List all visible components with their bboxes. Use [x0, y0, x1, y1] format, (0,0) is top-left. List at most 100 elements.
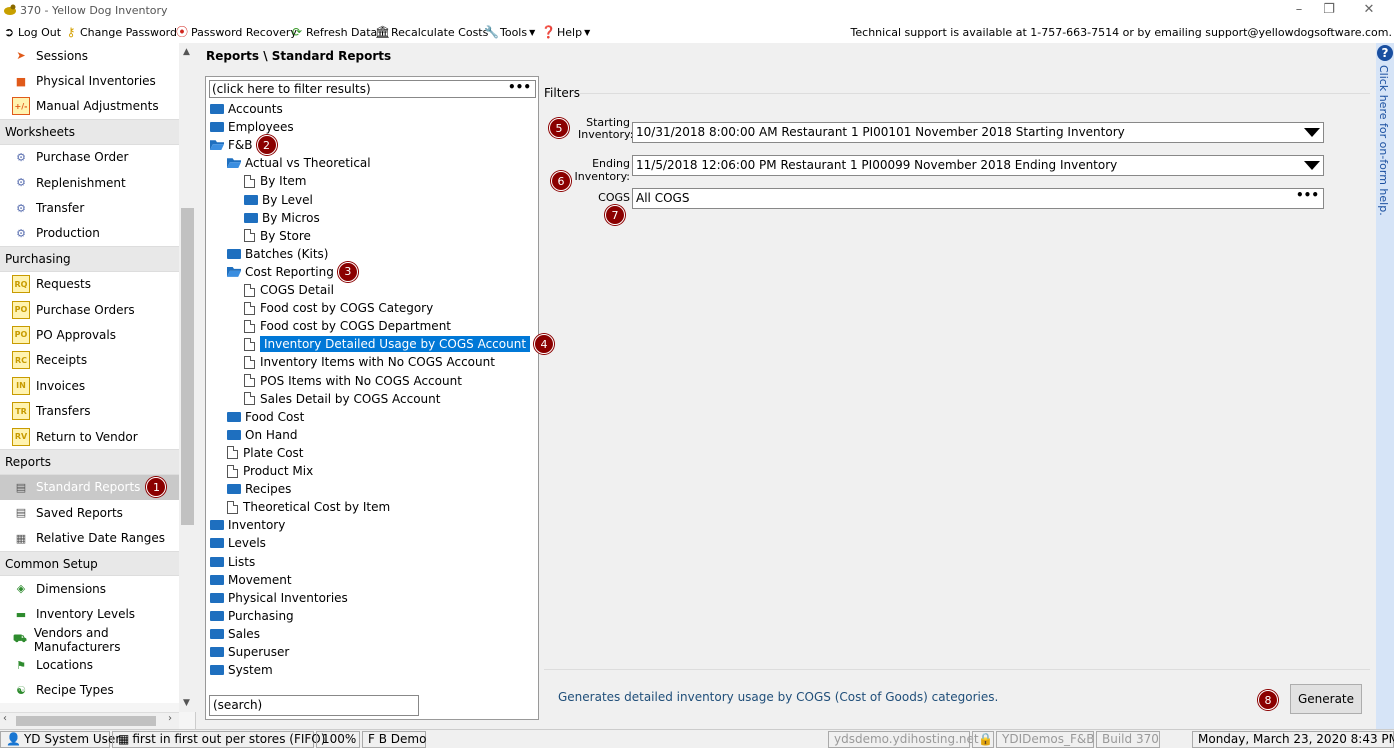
sidebar-item-relative-date-ranges[interactable]: ▦ Relative Date Ranges [0, 525, 179, 551]
cube-icon: ◈ [16, 582, 26, 596]
tree-item[interactable]: POS Items with No COGS Account [244, 372, 462, 390]
sidebar-item-label: Inventory Levels [36, 607, 136, 622]
sidebar-item-saved-reports[interactable]: ▤ Saved Reports [0, 500, 179, 526]
sidebar-item-dimensions[interactable]: ◈ Dimensions [0, 576, 179, 602]
tree-item[interactable]: System [210, 661, 273, 679]
sidebar-item-label: PO Approvals [36, 327, 116, 342]
sidebar-hscrollbar[interactable]: ‹ › [0, 712, 179, 729]
tree-item[interactable]: Food cost by COGS Category [244, 299, 433, 317]
maximize-button[interactable]: ❐ [1314, 2, 1344, 20]
tree-item[interactable]: Sales [210, 625, 260, 643]
sidebar-item-recipe-types[interactable]: ☯ Recipe Types [0, 677, 179, 704]
filter-options-icon[interactable]: ••• [508, 79, 531, 95]
tree-item-label: F&B [228, 138, 253, 153]
starting-inventory-select[interactable]: 10/31/2018 8:00:00 AM Restaurant 1 PI001… [632, 122, 1324, 143]
tree-item[interactable]: Inventory Detailed Usage by COGS Account… [244, 334, 555, 355]
sidebar-item-sessions[interactable]: ➤ Sessions [0, 43, 179, 69]
sidebar-scroll-thumb[interactable] [181, 208, 194, 525]
ending-inventory-select[interactable]: 11/5/2018 12:06:00 PM Restaurant 1 PI000… [632, 155, 1324, 176]
scroll-up-icon[interactable]: ▲ [183, 47, 190, 57]
annotation-badge: 2 [256, 135, 277, 156]
sidebar-item-production[interactable]: ⚙ Production [0, 220, 179, 247]
tree-item[interactable]: Actual vs Theoretical [227, 154, 371, 172]
tree-item-label: Lists [228, 554, 256, 569]
sidebar-item-manual-adjustments[interactable]: +/- Manual Adjustments [0, 93, 179, 120]
sidebar-item-physical-inventories[interactable]: ■ Physical Inventories [0, 68, 179, 94]
sidebar-item-purchase-order[interactable]: ⚙ Purchase Order [0, 144, 179, 170]
tree-item[interactable]: Theoretical Cost by Item [227, 498, 390, 516]
tree-item[interactable]: By Item [244, 172, 306, 190]
change-password-button[interactable]: ⚷ Change Password [64, 25, 177, 39]
tree-item[interactable]: Recipes [227, 480, 291, 498]
tree-item[interactable]: On Hand [227, 426, 297, 444]
report-tree-panel: (click here to filter results) ••• Accou… [205, 76, 555, 720]
dropdown-arrow-icon[interactable] [1304, 161, 1320, 170]
tree-item[interactable]: By Micros [244, 209, 320, 227]
tree-item-label: Product Mix [243, 464, 314, 478]
tree-item[interactable]: Levels [210, 534, 266, 552]
tree-item[interactable]: Physical Inventories [210, 589, 348, 607]
tree-item[interactable]: Employees [210, 118, 294, 136]
cogs-picker[interactable]: All COGS ••• [632, 188, 1324, 209]
on-form-help-strip[interactable]: ? Click here for on-form help. [1376, 43, 1394, 729]
tree-item[interactable]: Inventory Items with No COGS Account [244, 353, 495, 371]
tree-item[interactable]: Sales Detail by COGS Account [244, 390, 440, 408]
sidebar-item-po-approvals[interactable]: PO PO Approvals [0, 322, 179, 348]
more-options-icon[interactable]: ••• [1296, 186, 1319, 205]
tree-item[interactable]: Plate Cost [227, 444, 304, 462]
folder-icon [210, 104, 224, 114]
generate-button[interactable]: Generate [1290, 684, 1362, 714]
tree-item[interactable]: Superuser [210, 643, 289, 661]
sidebar-item-inventory-levels[interactable]: ▬ Inventory Levels [0, 601, 179, 627]
sidebar-item-invoices[interactable]: IN Invoices [0, 373, 179, 399]
tree-filter-input[interactable]: (click here to filter results) ••• [209, 80, 536, 98]
tree-item[interactable]: By Level [244, 191, 313, 209]
tree-item[interactable]: COGS Detail [244, 281, 334, 299]
tree-item-label: POS Items with No COGS Account [260, 373, 462, 388]
sidebar-item-transfers[interactable]: TR Transfers [0, 398, 179, 424]
tree-item[interactable]: Cost Reporting 3 [227, 261, 358, 282]
tree-item[interactable]: Purchasing [210, 607, 294, 625]
close-button[interactable]: ✕ [1354, 2, 1384, 20]
logout-button[interactable]: ➲ Log Out [2, 25, 61, 39]
scroll-down-icon[interactable]: ▼ [183, 698, 190, 708]
sidebar-item-label: Manual Adjustments [36, 99, 159, 114]
sidebar-item-replenishment[interactable]: ⚙ Replenishment [0, 169, 179, 196]
sidebar-item-vendors-and-manufacturers[interactable]: ⛟ Vendors and Manufacturers [0, 626, 179, 654]
refresh-data-button[interactable]: ⟳ Refresh Data [290, 25, 377, 39]
sidebar-item-purchase-orders[interactable]: PO Purchase Orders [0, 296, 179, 323]
scroll-left-icon[interactable]: ‹ [3, 713, 7, 724]
help-menu[interactable]: ❓ Help ▼ [541, 25, 590, 39]
tree-item[interactable]: Food cost by COGS Department [244, 317, 451, 335]
tree-item[interactable]: By Store [244, 227, 311, 245]
sidebar-item-standard-reports[interactable]: ▤ Standard Reports 1 [0, 474, 179, 501]
tree-item[interactable]: Product Mix [227, 462, 313, 480]
window-title: 370 - Yellow Dog Inventory [20, 4, 168, 17]
tree-item[interactable]: Batches (Kits) [227, 245, 328, 263]
dropdown-arrow-icon[interactable] [1304, 128, 1320, 137]
minimize-button[interactable]: – [1284, 2, 1314, 20]
sidebar-item-locations[interactable]: ⚑ Locations [0, 652, 179, 678]
sidebar-scrollbar[interactable]: ▲ ▼ [179, 43, 196, 712]
tools-menu[interactable]: 🔧 Tools ▼ [484, 25, 535, 39]
status-database: YDIDemos_F&B [996, 731, 1095, 748]
sidebar-item-return-to-vendor[interactable]: RV Return to Vendor [0, 423, 179, 450]
tree-item[interactable]: Food Cost [227, 408, 304, 426]
sidebar-item-receipts[interactable]: RC Receipts [0, 347, 179, 374]
sidebar-item-transfer[interactable]: ⚙ Transfer [0, 195, 179, 221]
tree-item[interactable]: Lists [210, 553, 255, 571]
tree-item-label: Accounts [228, 102, 283, 116]
scroll-right-icon[interactable]: › [168, 713, 172, 724]
tree-item[interactable]: Inventory [210, 516, 285, 534]
sidebar-item-requests[interactable]: RQ Requests [0, 271, 179, 297]
tree-item[interactable]: Accounts [210, 100, 283, 118]
sidebar-hscroll-thumb[interactable] [16, 716, 156, 726]
tree-item[interactable]: F&B 2 [210, 135, 277, 156]
tree-item[interactable]: Movement [210, 571, 292, 589]
tree-item-label: On Hand [245, 427, 298, 442]
tree-search-input[interactable]: (search) [209, 695, 419, 716]
password-recovery-button[interactable]: ⦿ Password Recovery [175, 25, 297, 39]
sidebar-item-label: Requests [36, 277, 91, 292]
recalculate-costs-button[interactable]: 🏛 Recalculate Costs [375, 25, 488, 39]
sidebar-item-label: Production [36, 226, 100, 241]
